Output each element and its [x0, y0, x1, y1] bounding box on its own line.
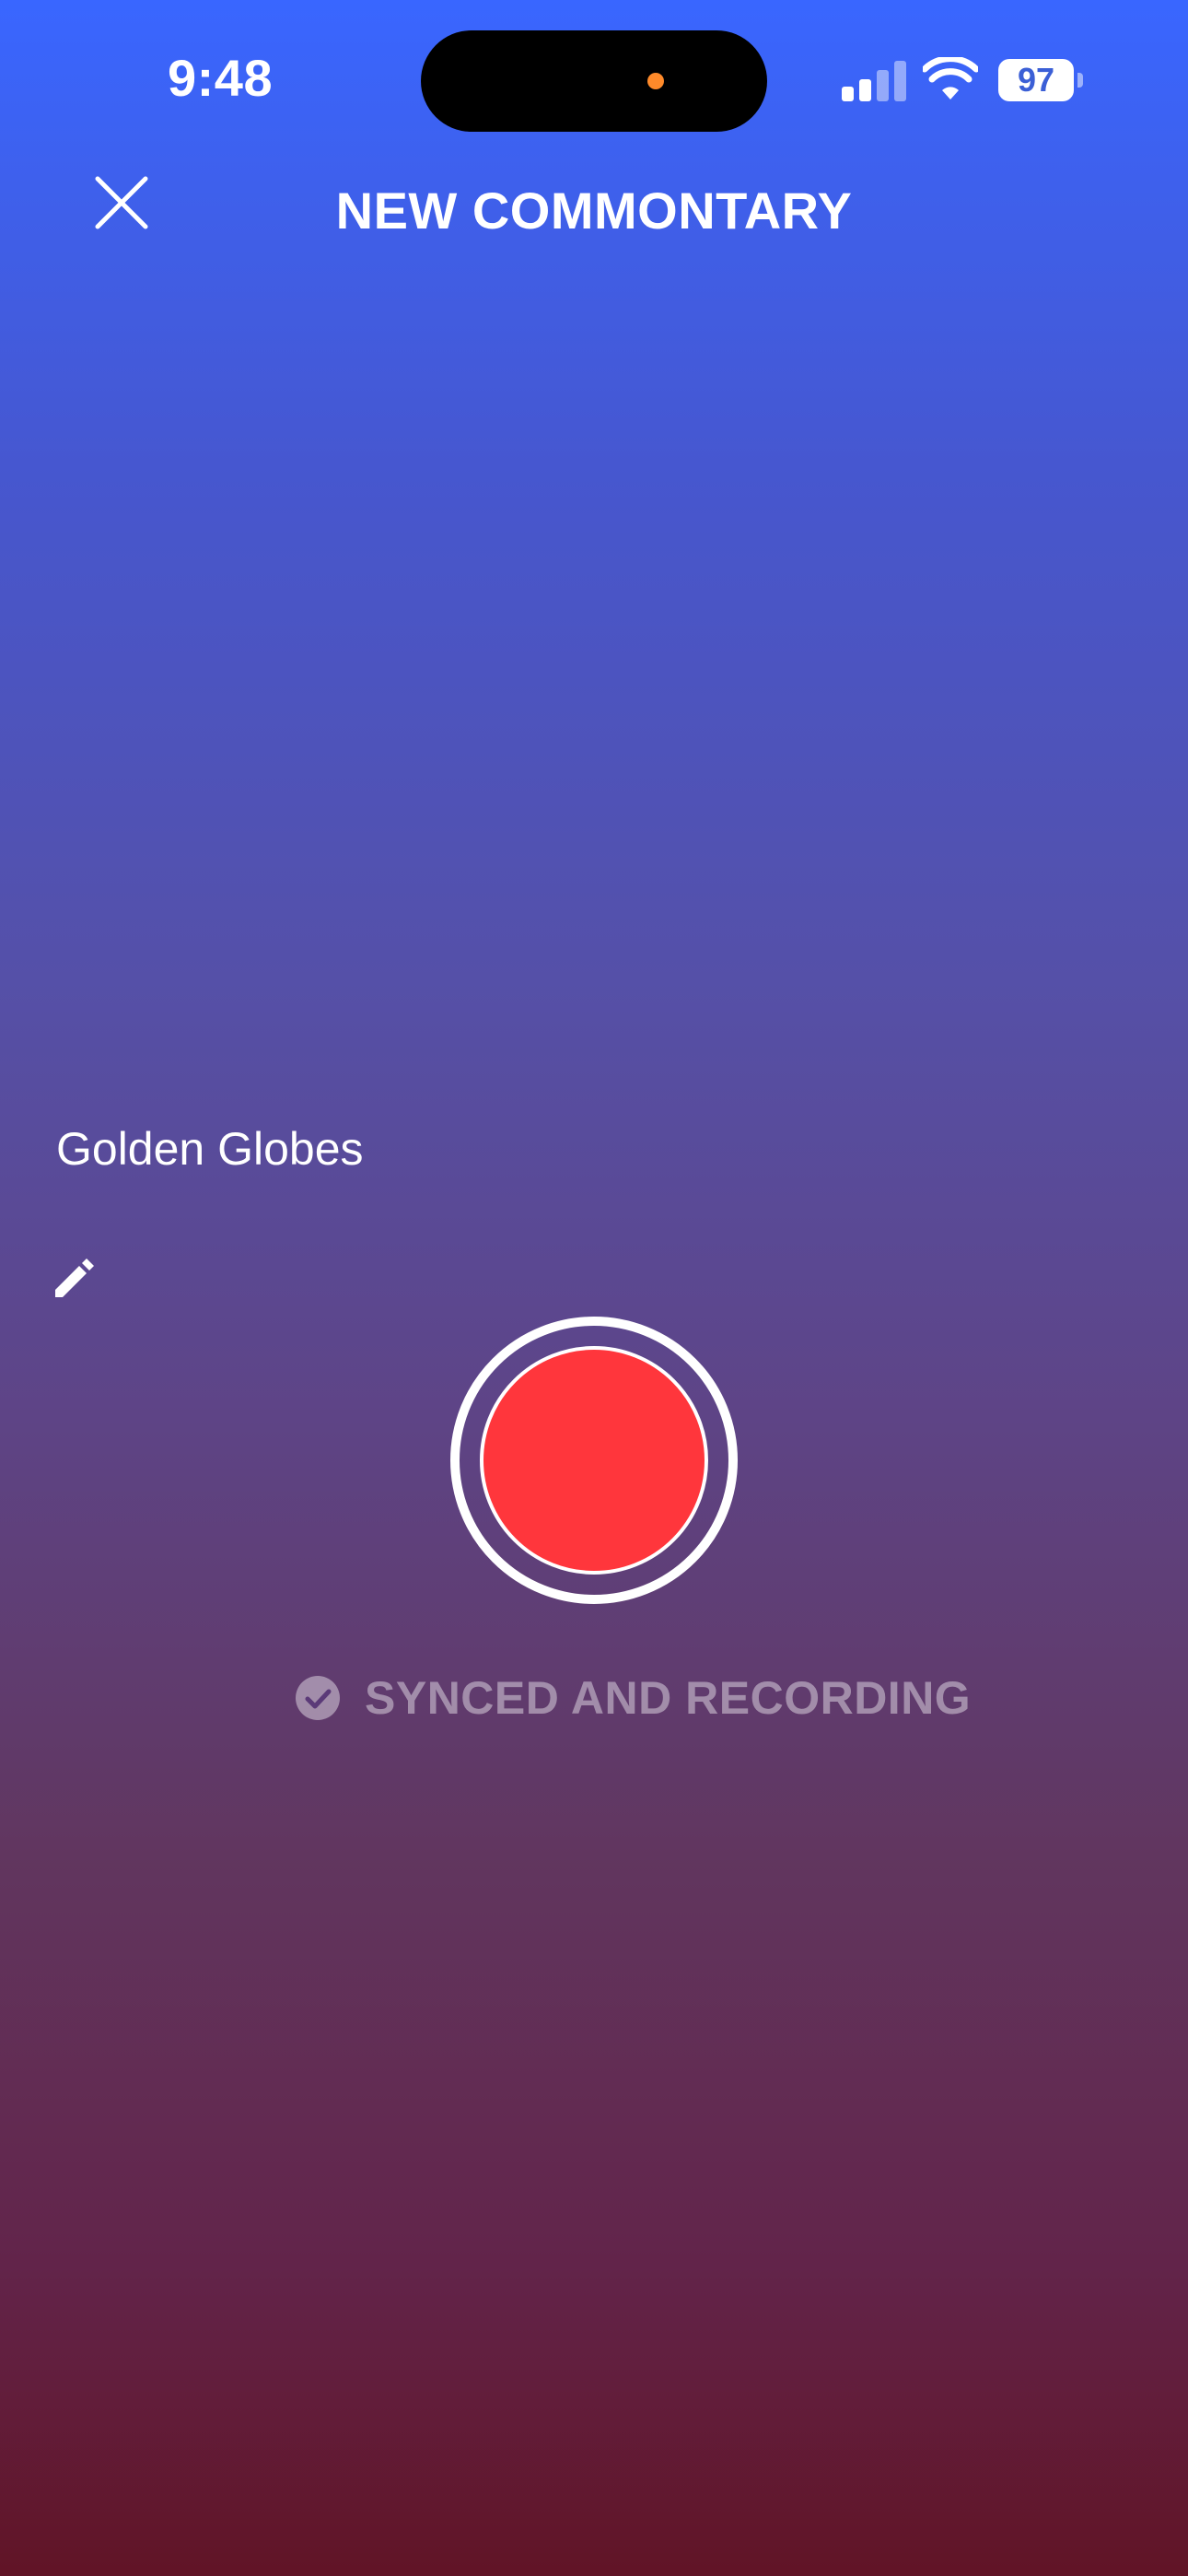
wifi-icon	[923, 57, 978, 100]
commentary-title: Golden Globes	[56, 1123, 364, 1175]
camera-indicator-dot	[647, 73, 664, 89]
record-indicator	[480, 1346, 708, 1575]
status-time: 9:48	[168, 49, 274, 107]
check-circle-icon	[296, 1676, 340, 1720]
sync-status: SYNCED AND RECORDING	[295, 1671, 971, 1725]
record-button[interactable]	[450, 1317, 738, 1604]
pencil-icon	[55, 1259, 94, 1297]
edit-title-button[interactable]	[52, 1255, 98, 1301]
cellular-signal-icon	[842, 61, 906, 101]
page-title: NEW COMMONTARY	[335, 181, 853, 240]
dynamic-island	[421, 30, 767, 132]
battery-indicator: 97	[998, 59, 1074, 101]
battery-tip	[1077, 73, 1083, 88]
sync-status-label: SYNCED AND RECORDING	[365, 1672, 972, 1724]
